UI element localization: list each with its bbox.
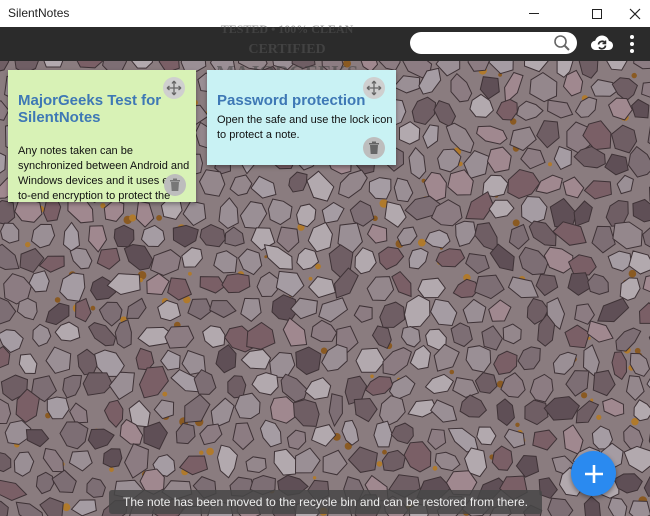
app-toolbar <box>0 27 650 61</box>
note-title: Password protection <box>217 92 366 109</box>
trash-icon[interactable] <box>363 137 385 159</box>
trash-icon[interactable] <box>164 174 186 196</box>
add-note-button[interactable] <box>571 451 616 496</box>
note-title: MajorGeeks Test for SilentNotes <box>18 92 162 126</box>
search-box[interactable] <box>410 32 577 54</box>
close-button[interactable] <box>612 0 650 27</box>
plus-icon <box>584 464 603 483</box>
toast-notification: The note has been moved to the recycle b… <box>109 490 542 514</box>
window-title: SilentNotes <box>8 6 70 20</box>
note-card[interactable]: Password protection Open the safe and us… <box>207 70 396 165</box>
close-icon <box>629 8 641 19</box>
minimize-icon <box>529 13 539 14</box>
search-icon[interactable] <box>553 34 571 52</box>
more-vertical-icon[interactable] <box>624 33 640 55</box>
minimize-button[interactable] <box>511 0 557 27</box>
note-card[interactable]: MajorGeeks Test for SilentNotes Any note… <box>8 70 196 202</box>
cloud-sync-icon[interactable] <box>590 31 614 55</box>
window-titlebar: SilentNotes <box>0 0 650 27</box>
search-input[interactable] <box>420 35 550 51</box>
note-body: Any notes taken can be synchronized betw… <box>18 145 190 202</box>
maximize-icon <box>592 8 602 19</box>
toast-message: The note has been moved to the recycle b… <box>123 495 528 509</box>
